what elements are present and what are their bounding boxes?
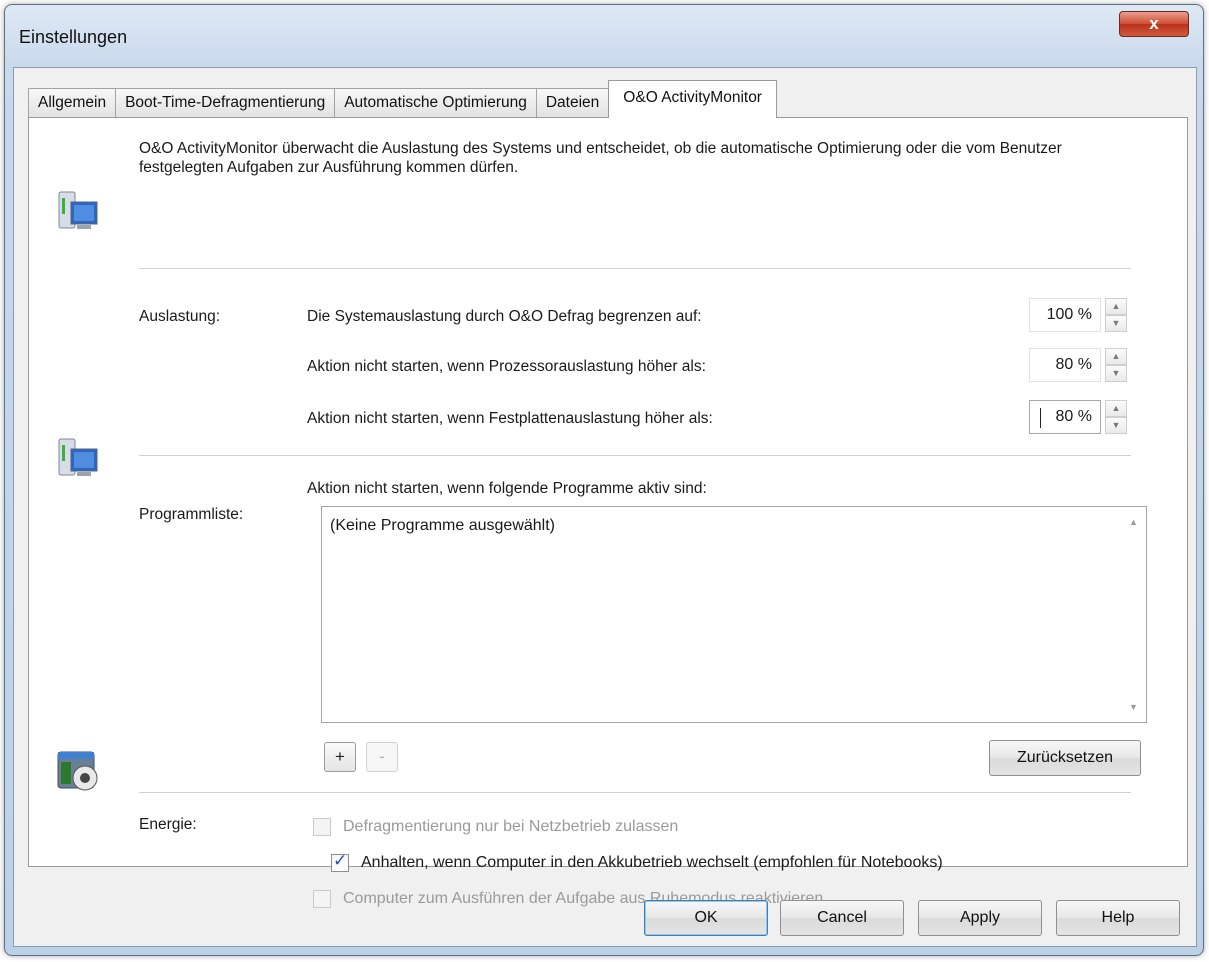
activitymonitor-description: O&O ActivityMonitor überwacht die Auslas… [139, 140, 1062, 176]
chevron-up-icon[interactable]: ▲ [1105, 298, 1127, 315]
tab-dateien[interactable]: Dateien [535, 88, 610, 118]
settings-dialog: Einstellungen x Allgemein Boot-Time-Defr… [4, 4, 1204, 956]
separator [139, 268, 1131, 269]
separator [139, 455, 1131, 456]
tab-activitymonitor[interactable]: O&O ActivityMonitor [608, 80, 777, 118]
apply-button[interactable]: Apply [918, 900, 1042, 936]
help-button[interactable]: Help [1056, 900, 1180, 936]
program-list-empty-text: (Keine Programme ausgewählt) [330, 517, 555, 534]
tab-boot-time-defragmentierung[interactable]: Boot-Time-Defragmentierung [115, 88, 336, 118]
monitor-computer-icon [58, 438, 98, 476]
wake-from-sleep-checkbox[interactable] [313, 890, 331, 908]
cpu-load-threshold-spinner: 80 % ▲ ▼ [1029, 348, 1131, 382]
pause-on-battery-option: ✓ Anhalten, wenn Computer in den Akkubet… [331, 851, 943, 872]
scroll-down-icon[interactable]: ▼ [1129, 702, 1138, 712]
program-listbox[interactable]: (Keine Programme ausgewählt) ▲ ▼ [321, 506, 1147, 723]
chevron-down-icon[interactable]: ▼ [1105, 315, 1127, 332]
scroll-up-icon[interactable]: ▲ [1129, 517, 1138, 527]
checkmark-icon: ✓ [333, 851, 348, 870]
remove-program-button[interactable]: - [366, 742, 398, 772]
reset-button[interactable]: Zurücksetzen [989, 740, 1141, 776]
power-settings-icon [57, 751, 98, 791]
system-load-limit-spinner: 100 % ▲ ▼ [1029, 298, 1131, 332]
dialog-client-area: Allgemein Boot-Time-Defragmentierung Aut… [13, 67, 1197, 947]
tab-allgemein[interactable]: Allgemein [28, 88, 117, 118]
disk-load-threshold-input[interactable]: 80 % [1029, 400, 1101, 434]
text-caret [1040, 408, 1041, 428]
monitor-computer-icon [58, 191, 98, 229]
separator [139, 792, 1131, 793]
chevron-up-icon[interactable]: ▲ [1105, 400, 1127, 417]
program-list-caption: Aktion nicht starten, wenn folgende Prog… [307, 480, 707, 497]
chevron-down-icon[interactable]: ▼ [1105, 417, 1127, 434]
close-button[interactable]: x [1119, 11, 1189, 37]
disk-load-threshold-spinner: 80 % ▲ ▼ [1029, 400, 1131, 434]
energie-label: Energie: [139, 816, 197, 833]
ac-power-only-checkbox[interactable] [313, 818, 331, 836]
ac-power-only-option: Defragmentierung nur bei Netzbetrieb zul… [313, 818, 678, 836]
disk-load-threshold-value: 80 % [1055, 408, 1092, 425]
ok-button[interactable]: OK [644, 900, 768, 936]
cancel-button[interactable]: Cancel [780, 900, 904, 936]
tab-automatische-optimierung[interactable]: Automatische Optimierung [334, 88, 537, 118]
cpu-load-threshold-input[interactable]: 80 % [1029, 348, 1101, 382]
tab-panel-activitymonitor: O&O ActivityMonitor überwacht die Auslas… [28, 117, 1188, 908]
tab-strip: Allgemein Boot-Time-Defragmentierung Aut… [28, 80, 777, 118]
cpu-load-threshold-label: Aktion nicht starten, wenn Prozessorausl… [307, 358, 706, 375]
add-program-button[interactable]: + [324, 742, 356, 772]
list-scrollbar[interactable]: ▲ ▼ [1124, 507, 1146, 722]
ac-power-only-label: Defragmentierung nur bei Netzbetrieb zul… [343, 818, 679, 835]
close-icon: x [1149, 14, 1159, 33]
disk-load-threshold-label: Aktion nicht starten, wenn Festplattenau… [307, 410, 713, 427]
system-load-limit-label: Die Systemauslastung durch O&O Defrag be… [307, 308, 702, 325]
title-bar[interactable]: Einstellungen x [5, 5, 1203, 67]
pause-on-battery-label: Anhalten, wenn Computer in den Akkubetri… [361, 854, 943, 871]
chevron-up-icon[interactable]: ▲ [1105, 348, 1127, 365]
window-title: Einstellungen [19, 27, 128, 47]
auslastung-label: Auslastung: [139, 308, 220, 325]
programmliste-label: Programmliste: [139, 506, 244, 523]
system-load-limit-input[interactable]: 100 % [1029, 298, 1101, 332]
pause-on-battery-checkbox[interactable]: ✓ [331, 851, 349, 872]
chevron-down-icon[interactable]: ▼ [1105, 365, 1127, 382]
